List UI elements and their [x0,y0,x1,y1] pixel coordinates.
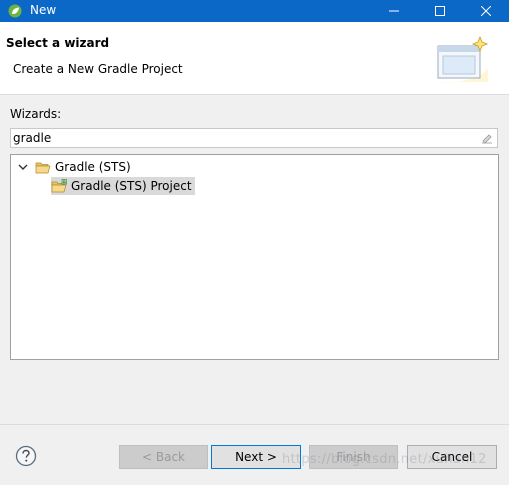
wizard-header: Select a wizard Create a New Gradle Proj… [0,22,509,95]
footer-separator [0,424,509,425]
wizard-tree[interactable]: Gradle (STS) Gradle (STS) Project [10,154,499,360]
page-subtitle: Create a New Gradle Project [13,62,183,76]
cancel-button[interactable]: Cancel [407,445,497,469]
finish-button[interactable]: Finish [309,445,398,469]
gradle-project-icon [51,179,67,193]
help-icon[interactable] [15,445,37,467]
tree-category-label: Gradle (STS) [55,160,131,174]
wizard-filter-input[interactable] [13,130,473,146]
wizards-label: Wizards: [10,107,62,121]
window-title: New [30,3,57,17]
minimize-icon [389,10,399,12]
close-button[interactable] [463,0,509,22]
wizard-filter-box [10,128,498,148]
next-button[interactable]: Next > [211,445,301,469]
tree-item-label: Gradle (STS) Project [71,179,192,193]
title-bar: New [0,0,509,22]
back-button[interactable]: < Back [119,445,208,469]
maximize-button[interactable] [417,0,463,22]
tree-item-gradle-category[interactable]: Gradle (STS) [17,158,131,176]
folder-open-icon [35,162,51,174]
clear-filter-icon[interactable] [481,132,493,144]
wizard-banner-icon [437,35,489,83]
tree-item-gradle-project[interactable]: Gradle (STS) Project [51,177,195,195]
page-title: Select a wizard [6,36,110,50]
close-icon [481,6,491,16]
spring-leaf-icon [8,4,22,18]
minimize-button[interactable] [371,0,417,22]
maximize-icon [435,6,445,16]
chevron-down-icon[interactable] [17,161,29,173]
